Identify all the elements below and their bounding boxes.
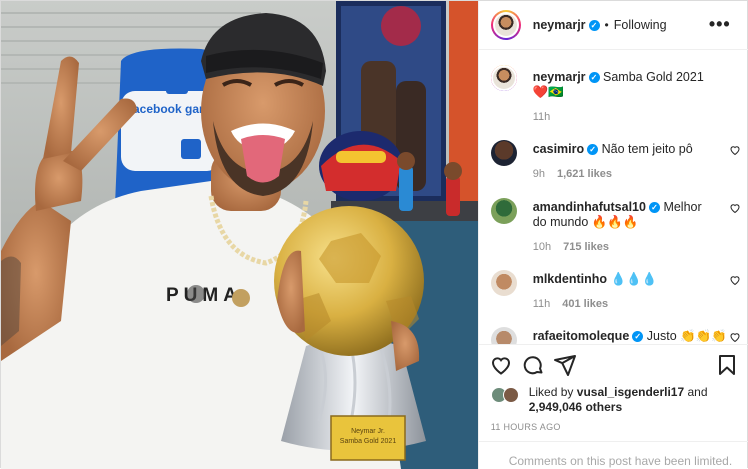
heart-icon[interactable] <box>729 331 741 343</box>
post-timestamp: 11 HOURS AGO <box>490 422 561 432</box>
comment-text: rafaeitomoleque ✓ Justo 👏👏👏 <box>533 329 733 344</box>
caption-row: neymarjr ✓ Samba Gold 2021 ❤️🇧🇷 11h <box>490 65 741 125</box>
comment-footer: Comments on this post have been limited. <box>478 441 748 469</box>
action-bar <box>478 344 748 384</box>
comment-time: 9h <box>532 168 545 180</box>
heart-icon[interactable] <box>729 144 741 156</box>
more-icon[interactable]: ••• <box>709 15 731 33</box>
caption-text: neymarjr ✓ Samba Gold 2021 ❤️🇧🇷 <box>533 70 713 100</box>
heart-icon[interactable] <box>489 353 513 377</box>
comment-time: 11h <box>532 298 551 310</box>
comment-meta: 10h 715 likes <box>533 241 609 253</box>
trophy-plate-line2: Samba Gold 2021 <box>340 438 397 445</box>
comment-likes[interactable]: 1,621 likes <box>557 168 612 180</box>
comment-body: 💧💧💧 <box>610 272 658 286</box>
author-avatar[interactable] <box>490 10 521 40</box>
verified-icon: ✓ <box>648 202 660 214</box>
likes-text: Liked by vusal_isgenderli17 and 2,949,04… <box>529 385 708 415</box>
heart-icon[interactable] <box>729 274 741 286</box>
comment-row: casimiro ✓ Não tem jeito pô 9h 1,621 likes <box>490 140 741 184</box>
following-button[interactable]: Following <box>614 18 667 32</box>
comment-username[interactable]: casimiro <box>533 142 584 156</box>
author-username[interactable]: neymarjr <box>533 18 586 32</box>
header-separator: • <box>604 18 609 32</box>
comment-text: amandinhafutsal10 ✓ Melhor do mundo 🔥🔥🔥 <box>533 200 713 230</box>
comment-time: 10h <box>532 241 552 253</box>
liker-avatar[interactable] <box>502 387 519 403</box>
verified-icon: ✓ <box>632 331 644 343</box>
comment-username[interactable]: mlkdentinho <box>533 272 607 286</box>
likes-summary: Liked by vusal_isgenderli17 and 2,949,04… <box>490 385 741 417</box>
instagram-post: facebook gaming Neymar Jr. Samba Gold 20… <box>0 0 748 469</box>
post-photo[interactable]: facebook gaming Neymar Jr. Samba Gold 20… <box>1 1 478 469</box>
trophy-plate-line1: Neymar Jr. <box>351 428 385 435</box>
comment-likes[interactable]: 715 likes <box>563 241 609 253</box>
comment-meta: 9h 1,621 likes <box>533 168 612 180</box>
comment-body: Justo 👏👏👏 <box>646 329 727 343</box>
comment-likes[interactable]: 401 likes <box>562 298 608 310</box>
comment-row: mlkdentinho 💧💧💧 11h 401 likes <box>490 270 741 314</box>
comment-avatar[interactable] <box>490 140 517 166</box>
comment-icon[interactable] <box>521 353 545 377</box>
comment-username[interactable]: rafaeitomoleque <box>533 329 630 343</box>
post-header: neymarjr ✓ • Following ••• <box>478 1 748 50</box>
comments-limited-notice: Comments on this post have been limited. <box>508 454 733 468</box>
verified-icon: ✓ <box>588 72 600 84</box>
comment-row: amandinhafutsal10 ✓ Melhor do mundo 🔥🔥🔥 1… <box>490 198 741 258</box>
comment-avatar[interactable] <box>490 327 517 344</box>
comment-avatar[interactable] <box>490 270 517 296</box>
comment-text: mlkdentinho 💧💧💧 <box>533 272 713 287</box>
comments-list[interactable]: neymarjr ✓ Samba Gold 2021 ❤️🇧🇷 11h casim… <box>479 51 748 344</box>
caption-username[interactable]: neymarjr <box>533 70 586 84</box>
liker-username[interactable]: vusal_isgenderli17 <box>577 385 684 399</box>
likes-count[interactable]: 2,949,046 others <box>529 400 622 414</box>
comment-body: Não tem jeito pô <box>601 142 693 156</box>
caption-time: 11h <box>532 111 551 123</box>
comment-username[interactable]: amandinhafutsal10 <box>533 200 646 214</box>
comment-avatar[interactable] <box>490 198 517 224</box>
verified-icon: ✓ <box>587 144 599 156</box>
caption-avatar[interactable] <box>490 65 517 91</box>
comment-text: casimiro ✓ Não tem jeito pô <box>533 142 713 157</box>
post-side-panel: neymarjr ✓ • Following ••• neymarjr ✓ Sam… <box>477 1 748 469</box>
comment-row: rafaeitomoleque ✓ Justo 👏👏👏 <box>490 327 741 344</box>
likes-prefix: Liked by <box>528 385 574 399</box>
photo-illustration: facebook gaming Neymar Jr. Samba Gold 20… <box>1 1 478 469</box>
share-icon[interactable] <box>553 353 577 377</box>
verified-icon: ✓ <box>588 19 600 31</box>
likes-and: and <box>687 385 708 399</box>
save-icon[interactable] <box>715 353 739 377</box>
comment-meta: 11h 401 likes <box>533 298 608 310</box>
caption-meta: 11h <box>533 111 563 123</box>
heart-icon[interactable] <box>729 202 741 214</box>
